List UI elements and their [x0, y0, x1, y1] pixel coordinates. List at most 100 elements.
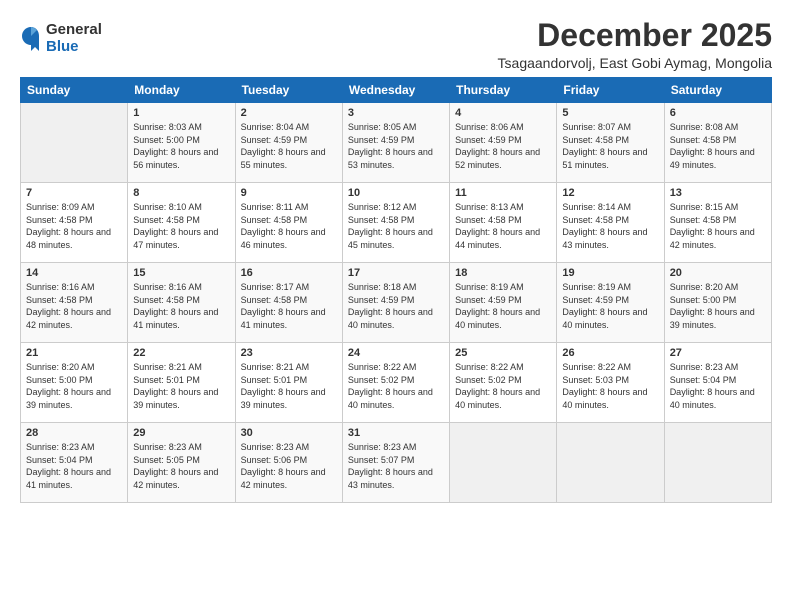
sunrise-text: Sunrise: 8:23 AM	[241, 442, 310, 452]
header-thursday: Thursday	[450, 78, 557, 103]
sunset-text: Sunset: 4:58 PM	[241, 215, 308, 225]
day-info: Sunrise: 8:22 AM Sunset: 5:03 PM Dayligh…	[562, 361, 658, 411]
sunrise-text: Sunrise: 8:20 AM	[670, 282, 739, 292]
calendar-cell: 22 Sunrise: 8:21 AM Sunset: 5:01 PM Dayl…	[128, 343, 235, 423]
header-monday: Monday	[128, 78, 235, 103]
calendar-cell: 21 Sunrise: 8:20 AM Sunset: 5:00 PM Dayl…	[21, 343, 128, 423]
calendar-cell: 23 Sunrise: 8:21 AM Sunset: 5:01 PM Dayl…	[235, 343, 342, 423]
sunset-text: Sunset: 5:00 PM	[670, 295, 737, 305]
daylight-text: Daylight: 8 hours and 41 minutes.	[241, 307, 326, 330]
calendar-week-0: 1 Sunrise: 8:03 AM Sunset: 5:00 PM Dayli…	[21, 103, 772, 183]
calendar-week-4: 28 Sunrise: 8:23 AM Sunset: 5:04 PM Dayl…	[21, 423, 772, 503]
logo-general-text: General	[46, 22, 102, 39]
day-number: 22	[133, 347, 229, 359]
day-info: Sunrise: 8:16 AM Sunset: 4:58 PM Dayligh…	[26, 281, 122, 331]
sunset-text: Sunset: 4:59 PM	[348, 295, 415, 305]
daylight-text: Daylight: 8 hours and 40 minutes.	[562, 387, 647, 410]
sunset-text: Sunset: 4:58 PM	[133, 215, 200, 225]
calendar-week-1: 7 Sunrise: 8:09 AM Sunset: 4:58 PM Dayli…	[21, 183, 772, 263]
calendar-cell: 17 Sunrise: 8:18 AM Sunset: 4:59 PM Dayl…	[342, 263, 449, 343]
day-info: Sunrise: 8:03 AM Sunset: 5:00 PM Dayligh…	[133, 121, 229, 171]
header-friday: Friday	[557, 78, 664, 103]
calendar-cell	[450, 423, 557, 503]
day-info: Sunrise: 8:19 AM Sunset: 4:59 PM Dayligh…	[562, 281, 658, 331]
calendar-cell: 7 Sunrise: 8:09 AM Sunset: 4:58 PM Dayli…	[21, 183, 128, 263]
calendar-header: Sunday Monday Tuesday Wednesday Thursday…	[21, 78, 772, 103]
sunrise-text: Sunrise: 8:16 AM	[133, 282, 202, 292]
daylight-text: Daylight: 8 hours and 48 minutes.	[26, 227, 111, 250]
day-number: 29	[133, 427, 229, 439]
calendar-cell: 24 Sunrise: 8:22 AM Sunset: 5:02 PM Dayl…	[342, 343, 449, 423]
calendar-cell	[557, 423, 664, 503]
header-tuesday: Tuesday	[235, 78, 342, 103]
calendar-page: General Blue December 2025 Tsagaandorvol…	[0, 0, 792, 612]
sunrise-text: Sunrise: 8:22 AM	[348, 362, 417, 372]
daylight-text: Daylight: 8 hours and 53 minutes.	[348, 147, 433, 170]
sunset-text: Sunset: 4:58 PM	[562, 135, 629, 145]
calendar-week-3: 21 Sunrise: 8:20 AM Sunset: 5:00 PM Dayl…	[21, 343, 772, 423]
sunset-text: Sunset: 5:04 PM	[670, 375, 737, 385]
day-info: Sunrise: 8:14 AM Sunset: 4:58 PM Dayligh…	[562, 201, 658, 251]
sunset-text: Sunset: 4:59 PM	[455, 135, 522, 145]
sunrise-text: Sunrise: 8:23 AM	[348, 442, 417, 452]
calendar-table: Sunday Monday Tuesday Wednesday Thursday…	[20, 77, 772, 503]
logo-text: General Blue	[46, 22, 102, 55]
calendar-cell: 29 Sunrise: 8:23 AM Sunset: 5:05 PM Dayl…	[128, 423, 235, 503]
sunrise-text: Sunrise: 8:05 AM	[348, 122, 417, 132]
day-info: Sunrise: 8:23 AM Sunset: 5:04 PM Dayligh…	[26, 441, 122, 491]
calendar-cell	[664, 423, 771, 503]
day-number: 18	[455, 267, 551, 279]
day-info: Sunrise: 8:18 AM Sunset: 4:59 PM Dayligh…	[348, 281, 444, 331]
daylight-text: Daylight: 8 hours and 40 minutes.	[455, 387, 540, 410]
day-number: 6	[670, 107, 766, 119]
day-number: 26	[562, 347, 658, 359]
day-info: Sunrise: 8:07 AM Sunset: 4:58 PM Dayligh…	[562, 121, 658, 171]
day-number: 9	[241, 187, 337, 199]
sunrise-text: Sunrise: 8:16 AM	[26, 282, 95, 292]
calendar-cell: 18 Sunrise: 8:19 AM Sunset: 4:59 PM Dayl…	[450, 263, 557, 343]
day-number: 2	[241, 107, 337, 119]
sunset-text: Sunset: 4:58 PM	[26, 295, 93, 305]
daylight-text: Daylight: 8 hours and 49 minutes.	[670, 147, 755, 170]
day-number: 28	[26, 427, 122, 439]
sunrise-text: Sunrise: 8:23 AM	[670, 362, 739, 372]
daylight-text: Daylight: 8 hours and 41 minutes.	[133, 307, 218, 330]
daylight-text: Daylight: 8 hours and 39 minutes.	[133, 387, 218, 410]
daylight-text: Daylight: 8 hours and 46 minutes.	[241, 227, 326, 250]
sunset-text: Sunset: 5:02 PM	[348, 375, 415, 385]
daylight-text: Daylight: 8 hours and 39 minutes.	[670, 307, 755, 330]
calendar-cell: 5 Sunrise: 8:07 AM Sunset: 4:58 PM Dayli…	[557, 103, 664, 183]
day-info: Sunrise: 8:19 AM Sunset: 4:59 PM Dayligh…	[455, 281, 551, 331]
daylight-text: Daylight: 8 hours and 39 minutes.	[241, 387, 326, 410]
sunrise-text: Sunrise: 8:19 AM	[562, 282, 631, 292]
calendar-body: 1 Sunrise: 8:03 AM Sunset: 5:00 PM Dayli…	[21, 103, 772, 503]
sunset-text: Sunset: 4:58 PM	[670, 135, 737, 145]
daylight-text: Daylight: 8 hours and 42 minutes.	[26, 307, 111, 330]
day-info: Sunrise: 8:17 AM Sunset: 4:58 PM Dayligh…	[241, 281, 337, 331]
daylight-text: Daylight: 8 hours and 40 minutes.	[455, 307, 540, 330]
month-title: December 2025	[498, 18, 772, 53]
day-number: 17	[348, 267, 444, 279]
day-number: 19	[562, 267, 658, 279]
day-number: 16	[241, 267, 337, 279]
day-number: 10	[348, 187, 444, 199]
calendar-week-2: 14 Sunrise: 8:16 AM Sunset: 4:58 PM Dayl…	[21, 263, 772, 343]
day-info: Sunrise: 8:20 AM Sunset: 5:00 PM Dayligh…	[26, 361, 122, 411]
day-number: 15	[133, 267, 229, 279]
location-text: Tsagaandorvolj, East Gobi Aymag, Mongoli…	[498, 55, 772, 71]
sunrise-text: Sunrise: 8:06 AM	[455, 122, 524, 132]
sunset-text: Sunset: 4:58 PM	[455, 215, 522, 225]
day-number: 12	[562, 187, 658, 199]
calendar-cell: 2 Sunrise: 8:04 AM Sunset: 4:59 PM Dayli…	[235, 103, 342, 183]
sunrise-text: Sunrise: 8:23 AM	[26, 442, 95, 452]
day-info: Sunrise: 8:08 AM Sunset: 4:58 PM Dayligh…	[670, 121, 766, 171]
sunset-text: Sunset: 4:59 PM	[455, 295, 522, 305]
sunrise-text: Sunrise: 8:09 AM	[26, 202, 95, 212]
sunset-text: Sunset: 5:01 PM	[133, 375, 200, 385]
calendar-cell: 4 Sunrise: 8:06 AM Sunset: 4:59 PM Dayli…	[450, 103, 557, 183]
sunrise-text: Sunrise: 8:15 AM	[670, 202, 739, 212]
title-block: December 2025 Tsagaandorvolj, East Gobi …	[498, 18, 772, 71]
sunset-text: Sunset: 5:03 PM	[562, 375, 629, 385]
calendar-cell: 31 Sunrise: 8:23 AM Sunset: 5:07 PM Dayl…	[342, 423, 449, 503]
sunrise-text: Sunrise: 8:03 AM	[133, 122, 202, 132]
